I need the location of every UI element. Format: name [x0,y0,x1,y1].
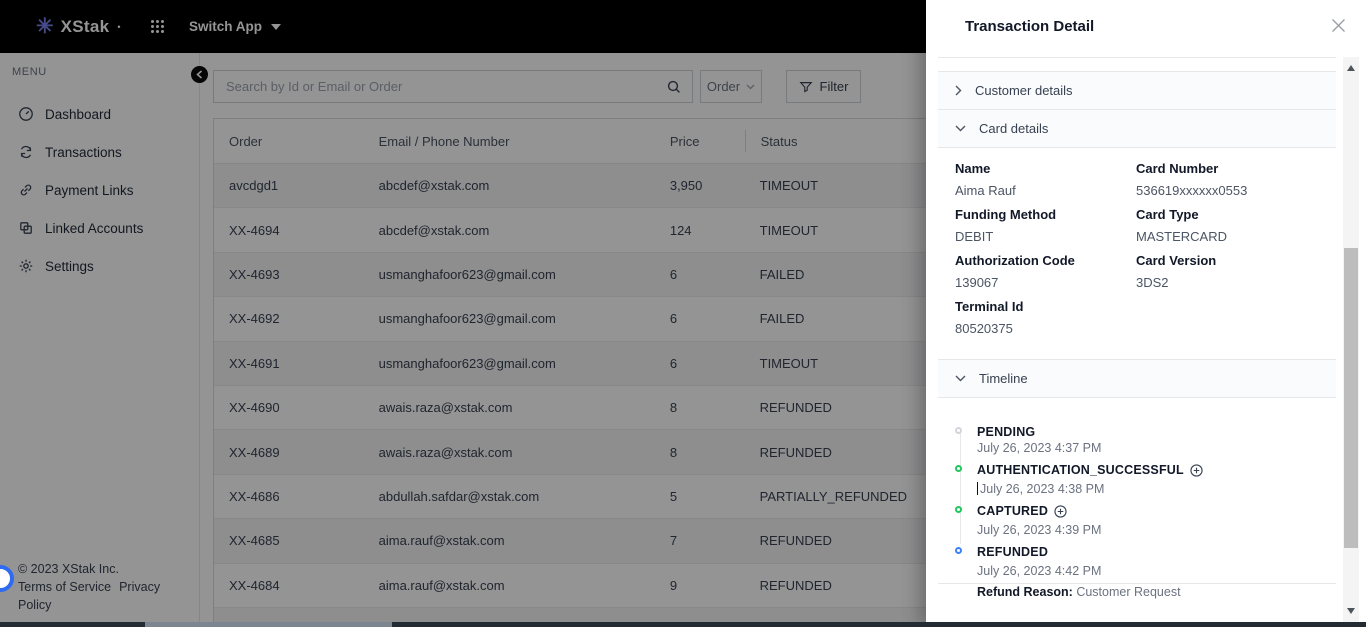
detail-field: Terminal Id 80520375 [955,299,1136,345]
timeline-event: REFUNDED July 26, 2023 4:42 PM Refund Re… [955,545,1336,599]
field-label: Authorization Code [955,253,1136,268]
modal-overlay-scrim[interactable] [0,0,926,627]
card-details-content: Name Aima Rauf Card Number 536619xxxxxx0… [938,148,1336,360]
field-label: Terminal Id [955,299,1136,314]
event-status: CAPTURED [977,504,1336,518]
field-value: 80520375 [955,321,1136,336]
chevron-down-icon [955,125,966,132]
event-status: PENDING [977,425,1336,439]
section-timeline[interactable]: Timeline [938,360,1336,398]
scrolled-section-remnant [938,58,1336,72]
section-label: Timeline [979,371,1028,386]
field-label: Card Number [1136,161,1336,176]
section-card-details[interactable]: Card details [938,110,1336,148]
chevron-right-icon [955,85,962,96]
text-cursor [977,482,978,495]
timeline-dot-icon [955,465,962,472]
close-panel-button[interactable] [1326,13,1350,37]
expand-plus-icon[interactable] [1054,505,1067,518]
refund-reason: Refund Reason: Customer Request [977,585,1336,599]
section-label: Customer details [975,83,1073,98]
timeline-event: CAPTURED July 26, 2023 4:39 PM [955,504,1336,537]
detail-field: Card Type MASTERCARD [1136,207,1336,253]
panel-scroll-area: Customer details Card details Name Aima … [938,57,1336,584]
timeline-content: PENDING July 26, 2023 4:37 PM AUTHENTICA… [938,398,1336,584]
timeline-event: PENDING July 26, 2023 4:37 PM [955,425,1336,455]
close-icon [1331,18,1346,33]
timeline-dot-icon [955,427,962,434]
accordion: Customer details Card details Name Aima … [938,57,1336,584]
bottom-scrollbar-track[interactable] [145,622,392,627]
field-value: 536619xxxxxx0553 [1136,183,1336,198]
field-value: 139067 [955,275,1136,290]
detail-field: Card Version 3DS2 [1136,253,1336,299]
field-label: Funding Method [955,207,1136,222]
field-label: Card Version [1136,253,1336,268]
scrollbar-up-button[interactable] [1343,60,1359,76]
scrollbar-down-button[interactable] [1343,603,1359,619]
field-label: Name [955,161,1136,176]
timeline-event: AUTHENTICATION_SUCCESSFUL July 26, 2023 … [955,463,1336,496]
panel-title: Transaction Detail [965,18,1094,35]
timeline-dot-icon [955,506,962,513]
panel-scrollbar[interactable] [1343,57,1359,627]
event-date: July 26, 2023 4:38 PM [977,482,1336,496]
app-screen: ✳ XStak• Switch App MENU Dashboard Trans… [0,0,1366,627]
detail-field: Name Aima Rauf [955,161,1136,207]
field-value: 3DS2 [1136,275,1336,290]
detail-field: Funding Method DEBIT [955,207,1136,253]
event-date: July 26, 2023 4:37 PM [977,441,1336,455]
expand-plus-icon[interactable] [1190,464,1203,477]
detail-field: Authorization Code 139067 [955,253,1136,299]
field-value: Aima Rauf [955,183,1136,198]
event-date: July 26, 2023 4:42 PM [977,564,1336,578]
detail-field: Card Number 536619xxxxxx0553 [1136,161,1336,207]
section-label: Card details [979,121,1048,136]
event-date: July 26, 2023 4:39 PM [977,523,1336,537]
field-value: DEBIT [955,229,1136,244]
field-value: MASTERCARD [1136,229,1336,244]
scrollbar-thumb[interactable] [1344,248,1358,548]
timeline-dot-icon [955,547,962,554]
event-status: REFUNDED [977,545,1336,559]
triangle-down-icon [1347,608,1355,614]
triangle-up-icon [1347,65,1355,71]
event-status: AUTHENTICATION_SUCCESSFUL [977,463,1336,477]
field-label: Card Type [1136,207,1336,222]
chevron-down-icon [955,375,966,382]
section-customer-details[interactable]: Customer details [938,72,1336,110]
transaction-detail-panel: Transaction Detail Customer details Card… [926,0,1366,627]
